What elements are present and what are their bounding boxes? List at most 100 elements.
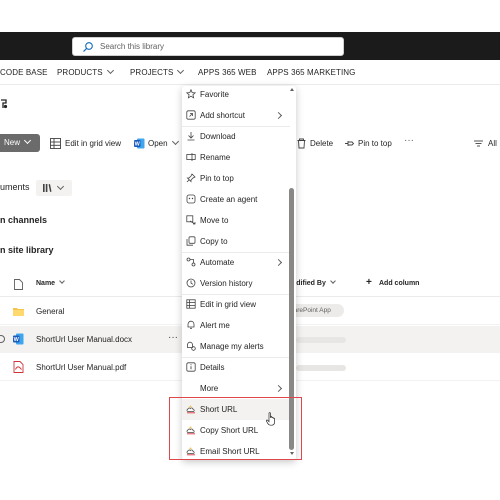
search-input[interactable]: Search this library: [100, 41, 164, 53]
open-button[interactable]: Open: [148, 137, 179, 149]
add-column-button[interactable]: Add column: [379, 280, 419, 287]
library-title: uments: [0, 182, 30, 192]
search-box[interactable]: Search this library: [72, 37, 344, 56]
nav-item-label: APPS 365 WEB: [198, 68, 257, 77]
redacted-text: [296, 365, 346, 371]
pdf-icon: [13, 361, 24, 373]
chevron-down-icon: [23, 136, 32, 145]
rename-icon: [186, 153, 196, 161]
file-type-icon[interactable]: [14, 279, 23, 290]
pin-icon: [345, 141, 355, 146]
menu-item-alert-me[interactable]: Alert me: [182, 315, 290, 336]
pin-to-top-button[interactable]: Pin to top: [358, 139, 392, 149]
column-name[interactable]: Name: [36, 278, 65, 287]
menu-item-label: Copy to: [200, 237, 228, 246]
menu-item-create-an-agent[interactable]: Create an agent: [182, 189, 290, 210]
menu-item-manage-my-alerts[interactable]: Manage my alerts: [182, 336, 290, 357]
menu-item-move-to[interactable]: Move to: [182, 210, 290, 231]
section-channels[interactable]: n channels: [0, 215, 47, 225]
svg-text:W: W: [14, 337, 20, 343]
shortcut-icon: [186, 110, 196, 120]
svg-text:W: W: [135, 142, 141, 148]
highlight-annotation: [169, 397, 302, 460]
history-icon: [186, 278, 196, 288]
nav-item-code-base[interactable]: CODE BASE: [0, 68, 48, 77]
bell-icon: [187, 320, 195, 329]
row-more-icon[interactable]: ···: [168, 332, 178, 343]
search-icon: [83, 42, 93, 52]
menu-item-label: Pin to top: [200, 174, 234, 183]
chevron-down-icon: [171, 137, 179, 146]
open-button-label: Open: [148, 139, 168, 148]
menu-item-automate[interactable]: Automate: [182, 252, 290, 273]
nav-item-apps-365-web[interactable]: APPS 365 WEB: [198, 68, 257, 77]
site-logo-icon: [1, 99, 8, 109]
nav-item-products[interactable]: PRODUCTS: [57, 66, 114, 77]
new-button[interactable]: New: [0, 134, 40, 152]
chevron-right-icon: [274, 111, 283, 120]
nav-item-label: APPS 365 MARKETING: [267, 68, 356, 77]
menu-item-details[interactable]: Details: [182, 357, 290, 378]
word-icon: W: [134, 138, 145, 149]
row-name[interactable]: ShortUrl User Manual.docx: [36, 335, 132, 344]
chevron-down-icon: [330, 278, 336, 284]
column-name-label: Name: [36, 280, 56, 287]
info-icon: [186, 362, 196, 372]
alerts-icon: [187, 341, 196, 351]
automate-icon: [186, 257, 196, 267]
menu-item-pin-to-top[interactable]: Pin to top: [182, 168, 290, 189]
move-icon: [186, 215, 196, 225]
menu-item-label: More: [200, 384, 219, 393]
menu-item-label: Manage my alerts: [200, 342, 264, 351]
column-modified-by[interactable]: odified By: [292, 278, 336, 287]
scroll-up-icon[interactable]: [289, 88, 294, 91]
nav-item-apps-365-marketing[interactable]: APPS 365 MARKETING: [267, 68, 356, 77]
edit-in-grid-view-button[interactable]: Edit in grid view: [65, 139, 121, 149]
menu-item-copy-to[interactable]: Copy to: [182, 231, 290, 252]
menu-item-rename[interactable]: Rename: [182, 147, 290, 168]
menu-item-more[interactable]: More: [182, 378, 290, 399]
view-switcher[interactable]: [36, 180, 72, 196]
pin-icon: [186, 173, 196, 183]
chevron-down-icon: [56, 182, 65, 191]
chevron-down-icon: [59, 278, 65, 284]
section-site-library[interactable]: n site library: [0, 245, 54, 255]
redacted-text: [296, 337, 346, 343]
download-icon: [187, 132, 195, 141]
library-icon: [43, 184, 52, 192]
chevron-down-icon: [106, 66, 114, 75]
menu-item-label: Add shortcut: [200, 111, 245, 120]
word-doc-icon: W: [13, 333, 24, 345]
menu-item-download[interactable]: Download: [182, 126, 290, 147]
menu-item-label: Edit in grid view: [200, 300, 257, 309]
row-name[interactable]: ShortUrl User Manual.pdf: [36, 363, 126, 372]
nav-item-label: CODE BASE: [0, 68, 48, 77]
menu-item-favorite[interactable]: Favorite: [182, 84, 290, 105]
menu-item-label: Version history: [200, 279, 253, 288]
nav-item-projects[interactable]: PROJECTS: [130, 66, 185, 77]
menu-item-label: Favorite: [200, 90, 229, 99]
menu-item-label: Details: [200, 363, 225, 372]
filter-icon: [474, 140, 483, 147]
grid-icon: [186, 299, 196, 309]
more-options-icon[interactable]: ···: [404, 136, 414, 146]
star-icon: [186, 89, 196, 99]
menu-item-edit-in-grid-view[interactable]: Edit in grid view: [182, 294, 290, 315]
menu-item-label: Rename: [200, 153, 231, 162]
menu-item-version-history[interactable]: Version history: [182, 273, 290, 294]
row-select-radio[interactable]: [0, 335, 5, 343]
menu-item-add-shortcut[interactable]: Add shortcut: [182, 105, 290, 126]
agent-icon: [186, 194, 196, 204]
view-all-button[interactable]: All: [488, 139, 497, 149]
nav-item-label: PRODUCTS: [57, 68, 103, 77]
grid-view-icon: [50, 138, 61, 149]
delete-button[interactable]: Delete: [310, 139, 333, 149]
delete-icon: [297, 138, 306, 149]
menu-item-label: Alert me: [200, 321, 230, 330]
chevron-right-icon: [274, 384, 283, 393]
row-name[interactable]: General: [36, 307, 64, 316]
chevron-right-icon: [274, 258, 283, 267]
menu-item-label: Download: [200, 132, 236, 141]
chevron-down-icon: [177, 66, 185, 75]
folder-icon: [13, 308, 24, 316]
